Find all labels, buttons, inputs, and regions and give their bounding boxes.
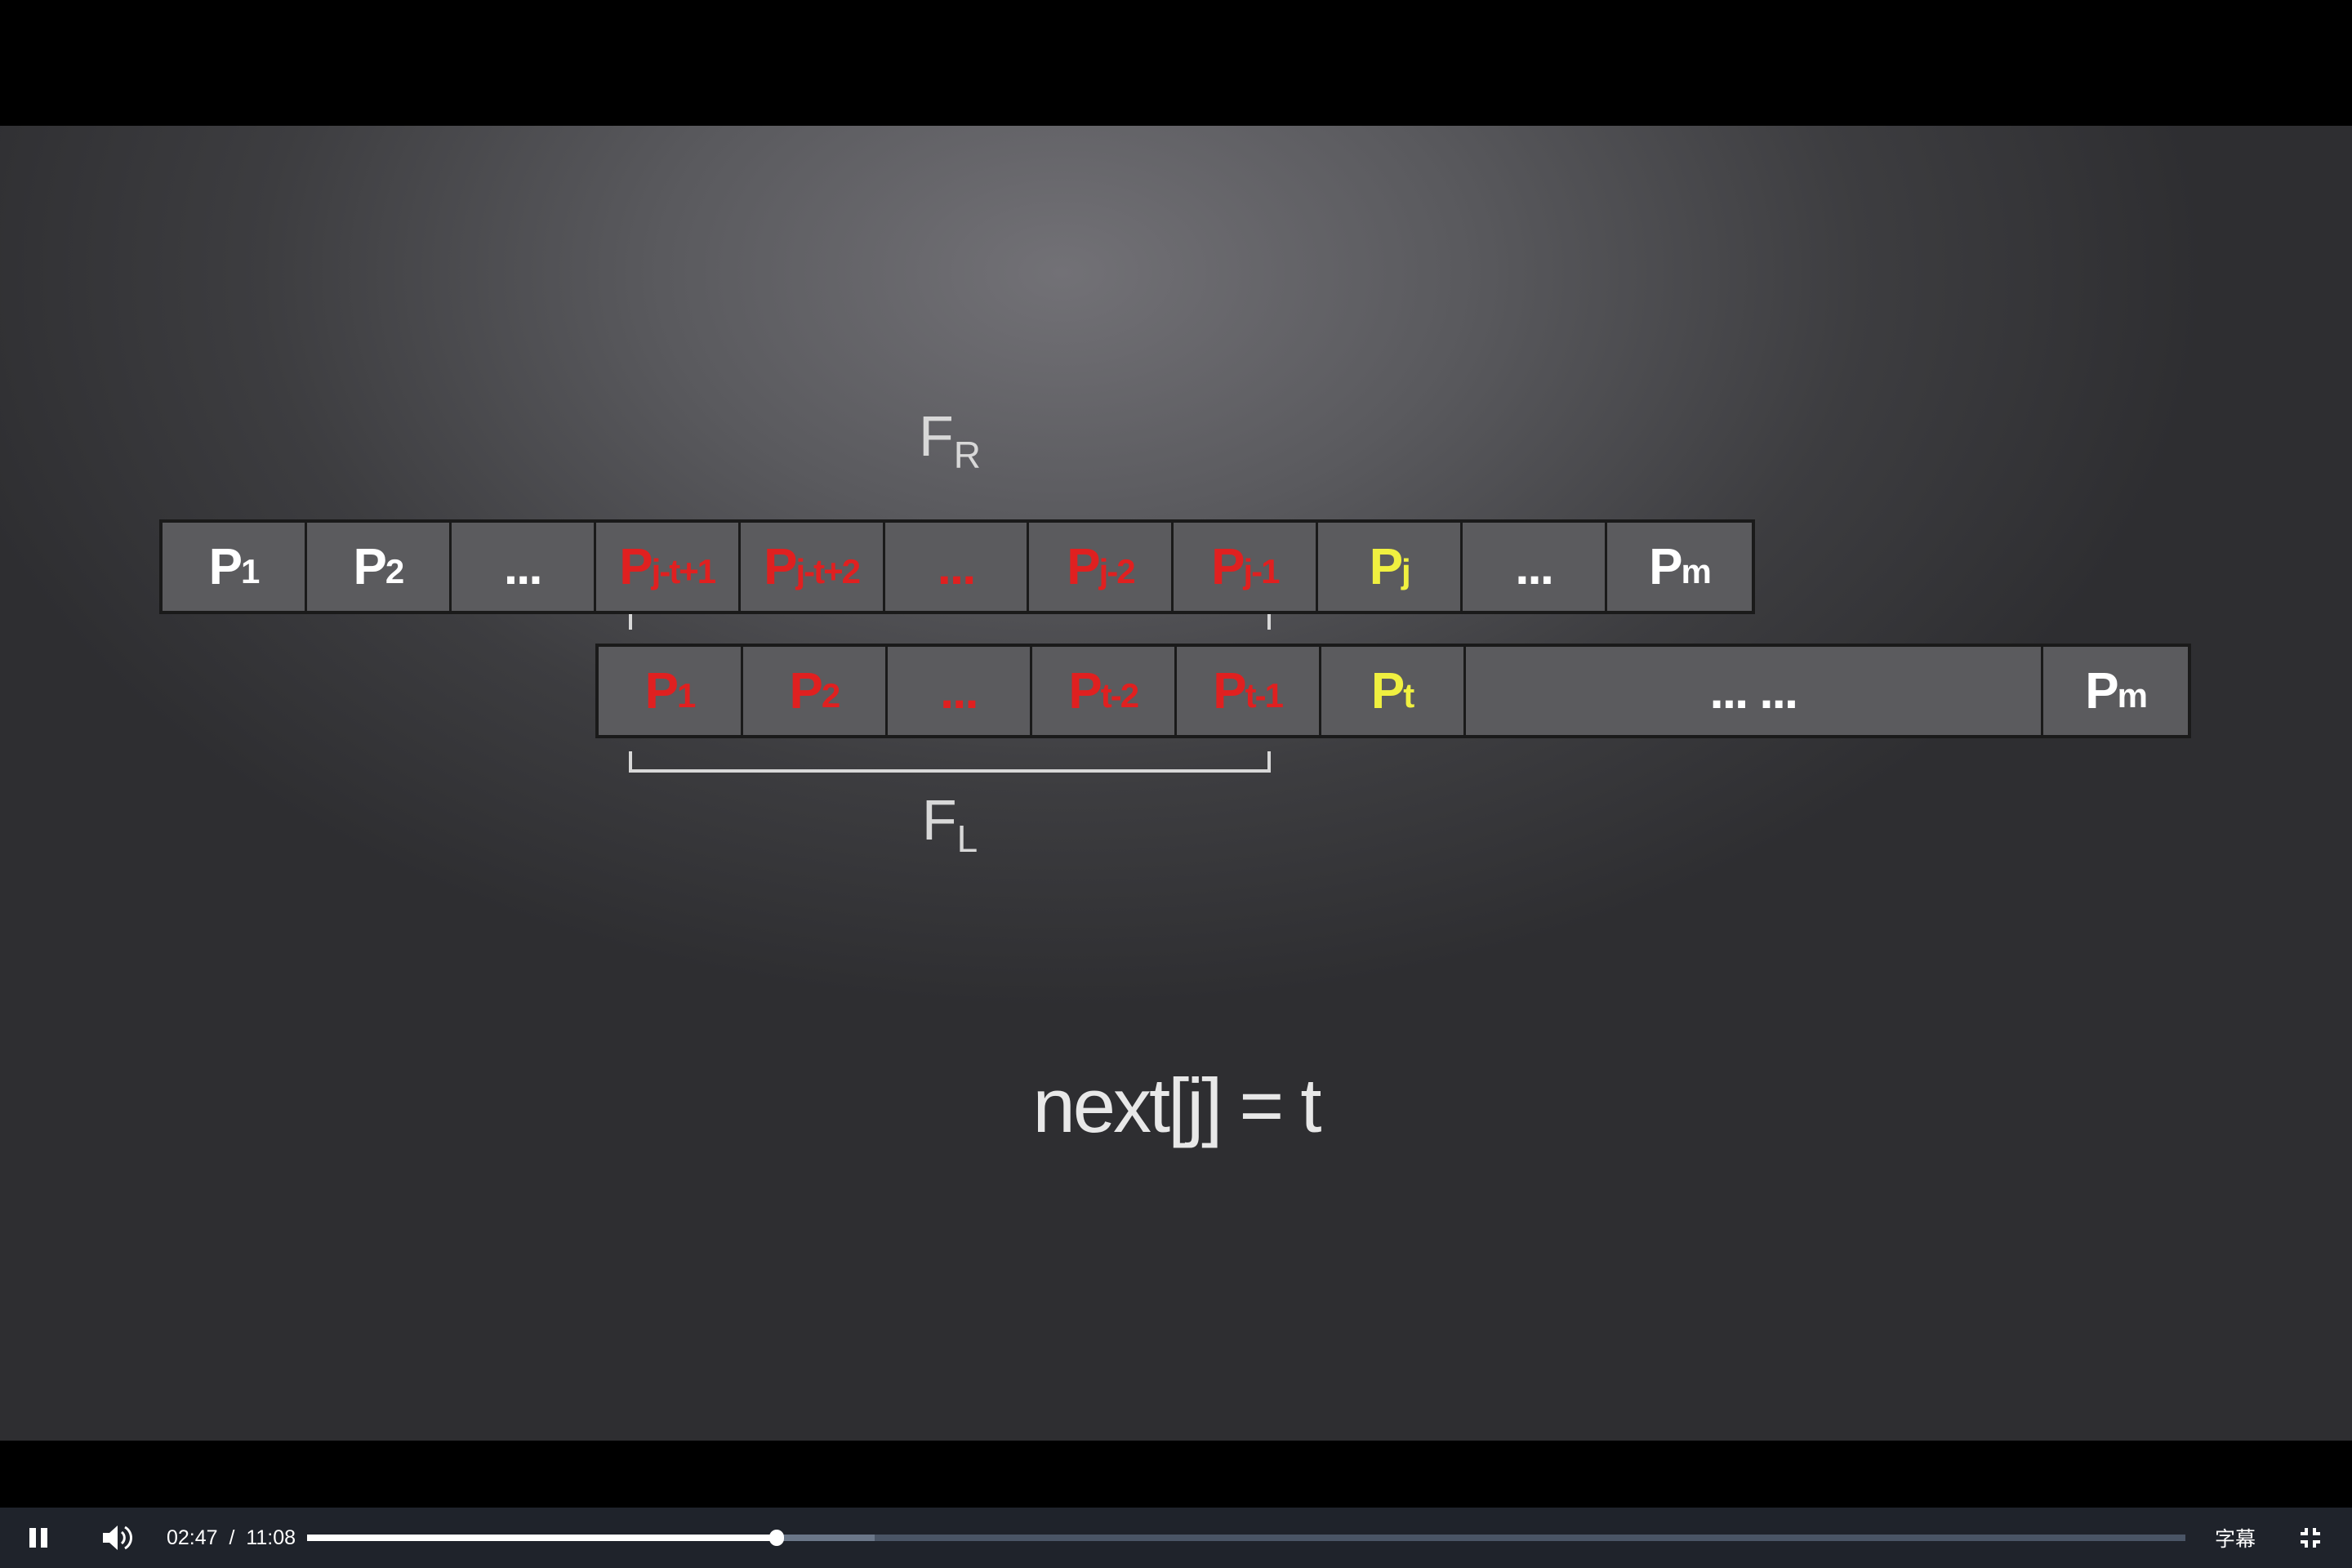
pattern-cell: Pt bbox=[1321, 647, 1466, 735]
cell-subscript: j-2 bbox=[1098, 552, 1136, 590]
cell-symbol: ... bbox=[503, 538, 543, 595]
cell-subscript: 1 bbox=[240, 552, 260, 590]
cell-symbol: P bbox=[1370, 662, 1405, 719]
pattern-cell: ... bbox=[888, 647, 1032, 735]
pattern-cell: Pj-t+2 bbox=[741, 523, 885, 611]
current-time: 02:47 bbox=[167, 1526, 218, 1549]
cell-subscript: 2 bbox=[385, 552, 404, 590]
player-control-bar: 02:47 / 11:08 字幕 bbox=[0, 1508, 2352, 1568]
cell-symbol: P bbox=[1369, 538, 1403, 595]
cell-symbol: P bbox=[764, 538, 797, 595]
progress-slider[interactable] bbox=[307, 1530, 2185, 1546]
subtitles-button[interactable]: 字幕 bbox=[2215, 1508, 2256, 1568]
cell-subscript: j-t+2 bbox=[795, 552, 861, 590]
cell-subscript: j-t+1 bbox=[651, 552, 717, 590]
pattern-cell: Pm bbox=[1607, 523, 1752, 611]
pause-button[interactable] bbox=[28, 1508, 51, 1568]
cell-subscript: t bbox=[1403, 676, 1414, 715]
cell-symbol: P bbox=[208, 538, 243, 595]
bracket-bottom bbox=[629, 751, 1271, 773]
cell-symbol: ... bbox=[937, 538, 977, 595]
cell-symbol: P bbox=[2085, 662, 2118, 719]
cell-subscript: t-2 bbox=[1100, 676, 1139, 715]
exit-fullscreen-icon bbox=[2301, 1528, 2320, 1548]
cell-subscript: j bbox=[1401, 552, 1411, 590]
pattern-row-bottom: P 1 P 2... Pt-2 Pt-1 Pt... ... Pm bbox=[595, 644, 2191, 738]
cell-subscript: t-1 bbox=[1245, 676, 1284, 715]
cell-symbol: P bbox=[789, 662, 823, 719]
cell-subscript: 1 bbox=[676, 676, 696, 715]
cell-subscript: j-1 bbox=[1243, 552, 1280, 590]
label-f-r: FR bbox=[919, 404, 981, 476]
pattern-cell: ... ... bbox=[1466, 647, 2044, 735]
pattern-cell: Pj bbox=[1318, 523, 1463, 611]
pattern-cell: Pt-1 bbox=[1177, 647, 1321, 735]
volume-icon bbox=[103, 1526, 133, 1550]
pattern-row-top: P 1 P 2... Pj-t+1 Pj-t+2... Pj-2 Pj-1 Pj... Pm bbox=[159, 519, 1755, 614]
pattern-cell: ... bbox=[452, 523, 596, 611]
played-bar bbox=[307, 1535, 777, 1541]
cell-symbol: P bbox=[644, 662, 679, 719]
pattern-cell: ... bbox=[1463, 523, 1608, 611]
volume-button[interactable] bbox=[101, 1508, 134, 1568]
cell-symbol: P bbox=[1649, 538, 1682, 595]
pattern-cell: ... bbox=[885, 523, 1030, 611]
progress-thumb[interactable] bbox=[769, 1530, 784, 1546]
cell-subscript: m bbox=[2117, 676, 2148, 715]
cell-symbol: P bbox=[1068, 662, 1102, 719]
label-f-l: FL bbox=[921, 788, 978, 860]
formula-text: next[j] = t bbox=[1032, 1062, 1321, 1148]
pattern-cell: P1 bbox=[599, 647, 743, 735]
pattern-cell: P1 bbox=[163, 523, 307, 611]
exit-fullscreen-button[interactable] bbox=[2299, 1508, 2322, 1568]
cell-symbol: ... bbox=[1515, 538, 1554, 595]
pattern-cell: P2 bbox=[743, 647, 888, 735]
cell-symbol: P bbox=[353, 538, 387, 595]
pattern-cell: P2 bbox=[307, 523, 452, 611]
cell-symbol: P bbox=[1213, 662, 1246, 719]
cell-symbol: P bbox=[619, 538, 653, 595]
pause-icon bbox=[29, 1528, 47, 1548]
duration: 11:08 bbox=[246, 1526, 296, 1549]
cell-symbol: ... bbox=[939, 662, 979, 719]
cell-subscript: 2 bbox=[821, 676, 840, 715]
pattern-cell: Pt-2 bbox=[1032, 647, 1177, 735]
cell-symbol: ... ... bbox=[1709, 662, 1799, 719]
pattern-cell: Pj-1 bbox=[1174, 523, 1319, 611]
pattern-cell: Pj-2 bbox=[1029, 523, 1174, 611]
time-display: 02:47 / 11:08 bbox=[167, 1508, 296, 1568]
video-frame[interactable]: FR P 1 P 2... Pj-t+1 Pj-t+2... Pj-2 Pj-1 Pj... Pm… bbox=[0, 126, 2352, 1441]
pattern-cell: Pj-t+1 bbox=[596, 523, 741, 611]
time-separator: / bbox=[229, 1526, 235, 1549]
pattern-cell: Pm bbox=[2043, 647, 2188, 735]
cell-subscript: m bbox=[1681, 552, 1712, 590]
cell-symbol: P bbox=[1211, 538, 1245, 595]
cell-symbol: P bbox=[1067, 538, 1100, 595]
